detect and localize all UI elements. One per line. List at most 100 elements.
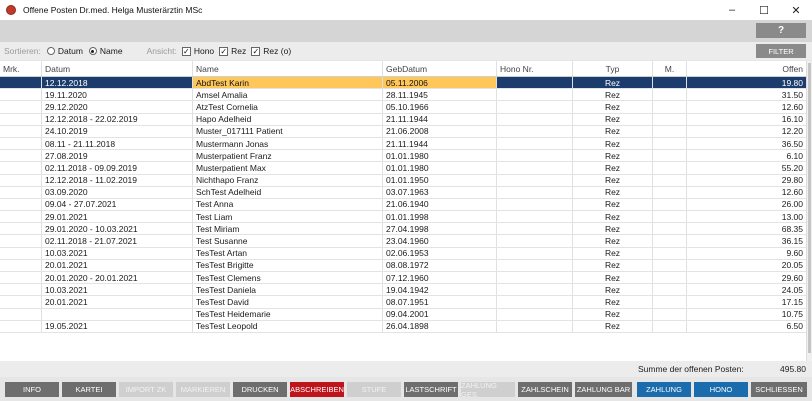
table-row[interactable]: 29.01.2021 Test Liam 01.01.1998 Rez 13.00 — [0, 211, 806, 224]
cell-name: AbdTest Karin — [193, 77, 383, 89]
vertical-scrollbar[interactable] — [806, 61, 812, 361]
zahlung-ges-button[interactable]: ZAHLUNG GES. — [461, 381, 515, 399]
abschreiben-button[interactable]: ABSCHREIBEN — [290, 382, 344, 397]
table-row[interactable]: 19.11.2020 Amsel Amalia 28.11.1945 Rez 31.50 — [0, 89, 806, 102]
cell-offen: 29.60 — [781, 272, 803, 283]
sort-date-radio[interactable] — [46, 47, 55, 55]
table-row[interactable]: 09.04 - 27.07.2021 Test Anna 21.06.1940 Rez… — [0, 198, 806, 212]
column-header-m[interactable]: M. — [653, 61, 687, 76]
cell-gebdatum: 27.04.1998 — [383, 223, 497, 235]
cell-datum: 12.12.2018 - 22.02.2019 — [42, 113, 193, 125]
cell-typ: Rez — [573, 113, 653, 125]
cell-datum: 27.08.2019 — [42, 150, 193, 162]
cell-hono-nr — [497, 272, 573, 284]
maximize-button[interactable]: ☐ — [748, 0, 780, 20]
hono-checkbox[interactable]: ✓ — [181, 46, 191, 56]
table-row[interactable]: 03.09.2020 SchTest Adelheid 03.07.1963 Rez 1… — [0, 186, 806, 199]
close-button[interactable]: ✕ — [780, 0, 812, 20]
cell-mrk — [0, 247, 42, 259]
column-header-hono-nr[interactable]: Hono Nr. — [497, 61, 573, 76]
table-row[interactable]: 02.11.2018 - 09.09.2019 Musterpatient Max… — [0, 162, 806, 175]
cell-datum: 29.01.2020 - 10.03.2021 — [42, 223, 193, 235]
app-logo-icon — [6, 5, 16, 15]
cell-gebdatum: 08.08.1972 — [383, 259, 497, 271]
cell-name: Hapo Adelheid — [193, 113, 383, 125]
hono-button[interactable]: HONO — [694, 382, 748, 397]
info-button[interactable]: INFO — [5, 382, 59, 397]
scrollbar-thumb[interactable] — [808, 63, 811, 353]
rez-checkbox[interactable]: ✓ — [219, 46, 229, 56]
table-row[interactable]: 20.01.2021 TesTest Brigitte 08.08.1972 Rez 2… — [0, 259, 806, 272]
cell-mrk — [0, 259, 42, 271]
cell-typ: Rez — [573, 125, 653, 137]
column-header-name[interactable]: Name — [193, 61, 383, 76]
table-row[interactable]: 08.11 - 21.11.2018 Mustermann Jonas 21.11.… — [0, 137, 806, 151]
window-title: Offene Posten Dr.med. Helga Musterärztin… — [23, 5, 203, 15]
cell-datum: 03.09.2020 — [42, 186, 193, 198]
table-row[interactable]: 19.05.2021 TesTest Leopold 26.04.1898 Rez 6.… — [0, 320, 806, 333]
rez-checkbox-label[interactable]: Rez — [231, 46, 246, 56]
column-header-gebdatum[interactable]: GebDatum — [383, 61, 497, 76]
stufe-button[interactable]: STUFE — [347, 382, 401, 397]
kartei-button[interactable]: KARTEI — [62, 382, 116, 397]
cell-typ: Rez — [573, 308, 653, 320]
lastschrift-button[interactable]: LASTSCHRIFT — [404, 382, 458, 397]
filter-button[interactable]: FILTER — [756, 44, 806, 58]
cell-m — [653, 211, 687, 223]
cell-mrk — [0, 320, 42, 332]
table-row[interactable]: 29.01.2020 - 10.03.2021 Test Miriam 27.04.… — [0, 223, 806, 236]
cell-mrk — [0, 89, 42, 101]
sort-name-label[interactable]: Name — [100, 46, 123, 56]
table-row[interactable]: 29.12.2020 AtzTest Cornelia 05.10.1966 Rez 1… — [0, 101, 806, 114]
column-header-datum[interactable]: Datum — [42, 61, 193, 76]
cell-typ: Rez — [573, 174, 653, 186]
cell-name: TesTest Heidemarie — [193, 308, 383, 320]
column-header-mrk[interactable]: Mrk. — [0, 61, 42, 76]
cell-gebdatum: 01.01.1998 — [383, 211, 497, 223]
table-row[interactable]: 10.03.2021 TesTest Daniela 19.04.1942 Rez 24… — [0, 284, 806, 297]
table-row[interactable]: 27.08.2019 Musterpatient Franz 01.01.1980 R… — [0, 150, 806, 163]
cell-offen: 17.15 — [781, 296, 803, 307]
drucken-button[interactable]: DRUCKEN — [233, 382, 287, 397]
minimize-button[interactable]: – — [716, 0, 748, 20]
column-header-typ[interactable]: Typ — [573, 61, 653, 76]
sort-name-radio[interactable] — [88, 47, 97, 55]
cell-offen: 19.80 — [781, 77, 803, 88]
table-row[interactable]: TesTest Heidemarie 09.04.2001 Rez 10.75 — [0, 308, 806, 321]
cell-offen: 55.20 — [781, 162, 803, 173]
cell-typ: Rez — [573, 77, 653, 89]
cell-m — [653, 174, 687, 186]
zahlschein-button[interactable]: ZAHLSCHEIN — [518, 382, 572, 397]
table-row[interactable]: 20.01.2020 - 20.01.2021 TesTest Clemens 07… — [0, 272, 806, 285]
cell-gebdatum: 01.01.1980 — [383, 150, 497, 162]
cell-name: Musterpatient Max — [193, 162, 383, 174]
rez-o-checkbox[interactable]: ✓ — [251, 46, 261, 56]
cell-mrk — [0, 235, 42, 247]
cell-typ: Rez — [573, 272, 653, 284]
zahlung-button[interactable]: ZAHLUNG — [637, 382, 691, 397]
table-row[interactable]: 20.01.2021 TesTest David 08.07.1951 Rez 17.1… — [0, 296, 806, 309]
column-header-offen[interactable]: Offen — [687, 61, 806, 76]
sort-date-label[interactable]: Datum — [58, 46, 83, 56]
table-row[interactable]: 02.11.2018 - 21.07.2021 Test Susanne 23.04… — [0, 235, 806, 248]
table-row[interactable]: 12.12.2018 - 22.02.2019 Hapo Adelheid 21.1… — [0, 113, 806, 126]
cell-mrk — [0, 223, 42, 235]
hono-checkbox-label[interactable]: Hono — [194, 46, 214, 56]
table-row[interactable]: 12.12.2018 AbdTest Karin 05.11.2006 Rez 19.8… — [0, 77, 806, 90]
cell-name: TesTest Leopold — [193, 320, 383, 332]
help-button[interactable]: ? — [756, 23, 806, 38]
import-zk-button[interactable]: IMPORT ZK — [119, 382, 173, 397]
table-row[interactable]: 10.03.2021 TesTest Artan 02.06.1953 Rez 9.60 — [0, 247, 806, 260]
markieren-button[interactable]: MARKIEREN — [176, 382, 230, 397]
cell-typ: Rez — [573, 101, 653, 113]
cell-datum: 20.01.2021 — [42, 296, 193, 308]
cell-datum: 09.04 - 27.07.2021 — [42, 198, 193, 211]
cell-typ: Rez — [573, 284, 653, 296]
schliessen-button[interactable]: SCHLIESSEN — [751, 382, 807, 397]
table-row[interactable]: 12.12.2018 - 11.02.2019 Nichthapo Franz 01… — [0, 174, 806, 187]
title-bar: Offene Posten Dr.med. Helga Musterärztin… — [0, 0, 812, 20]
rez-o-checkbox-label[interactable]: Rez (o) — [263, 46, 291, 56]
table-row[interactable]: 24.10.2019 Muster_017111 Patient 21.06.200… — [0, 125, 806, 138]
cell-name: TesTest Daniela — [193, 284, 383, 296]
zahlung-bar-button[interactable]: ZAHLUNG BAR — [575, 382, 632, 397]
